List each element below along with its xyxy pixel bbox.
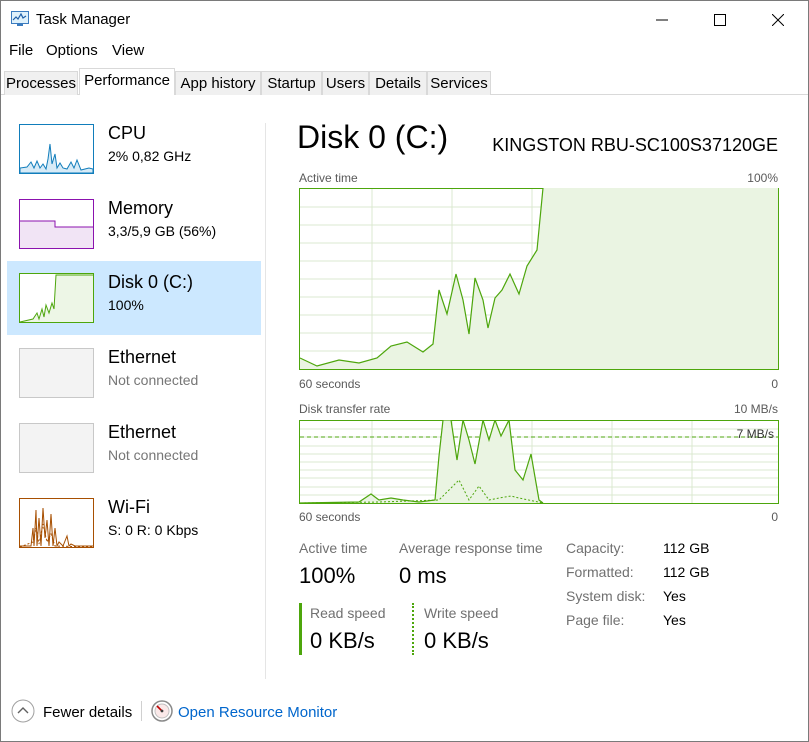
write-speed-label: Write speed: [424, 605, 499, 621]
open-resource-monitor-link[interactable]: Open Resource Monitor: [178, 704, 337, 721]
ethernet-thumbnail-graph: [19, 348, 94, 398]
menu-bar: File Options View: [1, 39, 808, 63]
active-time-graph-label: Active time: [299, 171, 358, 185]
menu-file[interactable]: File: [9, 42, 33, 59]
tab-details[interactable]: Details: [369, 71, 427, 95]
write-speed-value: 0 KB/s: [424, 628, 489, 653]
sidebar-item-cpu[interactable]: CPU 2% 0,82 GHz: [7, 112, 261, 186]
sidebar-title-ethernet-1: Ethernet: [108, 347, 177, 367]
capacity-label: Capacity:: [566, 540, 625, 556]
sidebar-title-wifi: Wi-Fi: [108, 497, 150, 517]
footer: Fewer details Open Resource Monitor: [1, 685, 808, 741]
sidebar-sub-ethernet-2: Not connected: [108, 447, 199, 463]
ethernet-thumbnail-graph: [19, 423, 94, 473]
performance-panel: CPU 2% 0,82 GHz Memory 3,3/5,9 GB (56%) …: [1, 95, 808, 685]
tab-users[interactable]: Users: [322, 71, 369, 95]
transfer-rate-graph-duration: 60 seconds: [299, 510, 361, 524]
sidebar-item-ethernet-1[interactable]: Ethernet Not connected: [7, 336, 261, 410]
sidebar-sub-cpu: 2% 0,82 GHz: [108, 148, 192, 164]
sidebar-item-wifi[interactable]: Wi-Fi S: 0 R: 0 Kbps: [7, 486, 261, 560]
capacity-value: 112 GB: [663, 540, 710, 556]
read-speed-value: 0 KB/s: [310, 628, 375, 653]
transfer-rate-graph-max: 10 MB/s: [733, 402, 778, 416]
tab-startup[interactable]: Startup: [261, 71, 322, 95]
disk-model: KINGSTON RBU-SC100S37120GE: [492, 135, 778, 155]
close-button[interactable]: [749, 1, 807, 39]
active-time-stat-label: Active time: [299, 540, 368, 556]
system-disk-value: Yes: [663, 588, 686, 604]
system-disk-label: System disk:: [566, 588, 646, 604]
sidebar-title-ethernet-2: Ethernet: [108, 422, 177, 442]
sidebar-title-memory: Memory: [108, 198, 174, 218]
tab-bar: Processes Performance App history Startu…: [1, 68, 808, 96]
task-manager-icon: [11, 11, 29, 26]
active-time-stat-value: 100%: [299, 563, 356, 588]
active-time-graph-duration: 60 seconds: [299, 377, 361, 391]
resource-monitor-icon: [151, 700, 173, 722]
read-speed-indicator: [299, 603, 302, 655]
page-file-value: Yes: [663, 612, 686, 628]
cpu-thumbnail-graph: [19, 124, 94, 174]
page-file-label: Page file:: [566, 612, 625, 628]
transfer-rate-graph: [299, 420, 779, 504]
tab-app-history[interactable]: App history: [175, 71, 261, 95]
tab-performance[interactable]: Performance: [79, 68, 175, 95]
disk-thumbnail-graph: [19, 273, 94, 323]
sidebar-divider: [265, 123, 266, 679]
transfer-rate-marker: 7 MB/s: [736, 427, 774, 441]
title-bar: Task Manager: [1, 1, 808, 39]
formatted-label: Formatted:: [566, 564, 634, 580]
maximize-button[interactable]: [691, 1, 749, 39]
close-icon: [772, 14, 784, 26]
sidebar-item-memory[interactable]: Memory 3,3/5,9 GB (56%): [7, 187, 261, 261]
tab-processes[interactable]: Processes: [4, 71, 78, 95]
sidebar-title-disk0: Disk 0 (C:): [108, 272, 193, 292]
memory-thumbnail-graph: [19, 199, 94, 249]
sidebar-sub-ethernet-1: Not connected: [108, 372, 199, 388]
sidebar-sub-disk0: 100%: [108, 297, 144, 313]
avg-response-stat-value: 0 ms: [399, 563, 447, 588]
chevron-up-icon[interactable]: [11, 699, 35, 723]
minimize-button[interactable]: [633, 1, 691, 39]
menu-view[interactable]: View: [112, 42, 144, 59]
disk-title: Disk 0 (C:): [297, 119, 449, 155]
sidebar-sub-wifi: S: 0 R: 0 Kbps: [108, 522, 199, 538]
sidebar-item-disk0[interactable]: Disk 0 (C:) 100%: [7, 261, 261, 335]
footer-separator: [141, 701, 142, 721]
fewer-details-button[interactable]: Fewer details: [43, 704, 132, 721]
wifi-thumbnail-graph: [19, 498, 94, 548]
active-time-graph-max: 100%: [747, 171, 778, 185]
maximize-icon: [714, 14, 726, 26]
window-title: Task Manager: [36, 11, 131, 28]
transfer-rate-graph-label: Disk transfer rate: [299, 402, 391, 416]
transfer-rate-graph-min: 0: [771, 510, 778, 524]
active-time-graph: [299, 188, 779, 370]
active-time-graph-min: 0: [771, 377, 778, 391]
minimize-icon: [656, 19, 668, 21]
tab-services[interactable]: Services: [427, 71, 491, 95]
avg-response-stat-label: Average response time: [399, 540, 543, 556]
sidebar-sub-memory: 3,3/5,9 GB (56%): [108, 223, 217, 239]
sidebar-title-cpu: CPU: [108, 123, 147, 143]
task-manager-window: Task Manager File Options View Processes…: [0, 0, 809, 742]
sidebar-item-ethernet-2[interactable]: Ethernet Not connected: [7, 411, 261, 485]
write-speed-indicator: [412, 603, 414, 655]
menu-options[interactable]: Options: [46, 42, 98, 59]
formatted-value: 112 GB: [663, 564, 710, 580]
read-speed-label: Read speed: [310, 605, 386, 621]
